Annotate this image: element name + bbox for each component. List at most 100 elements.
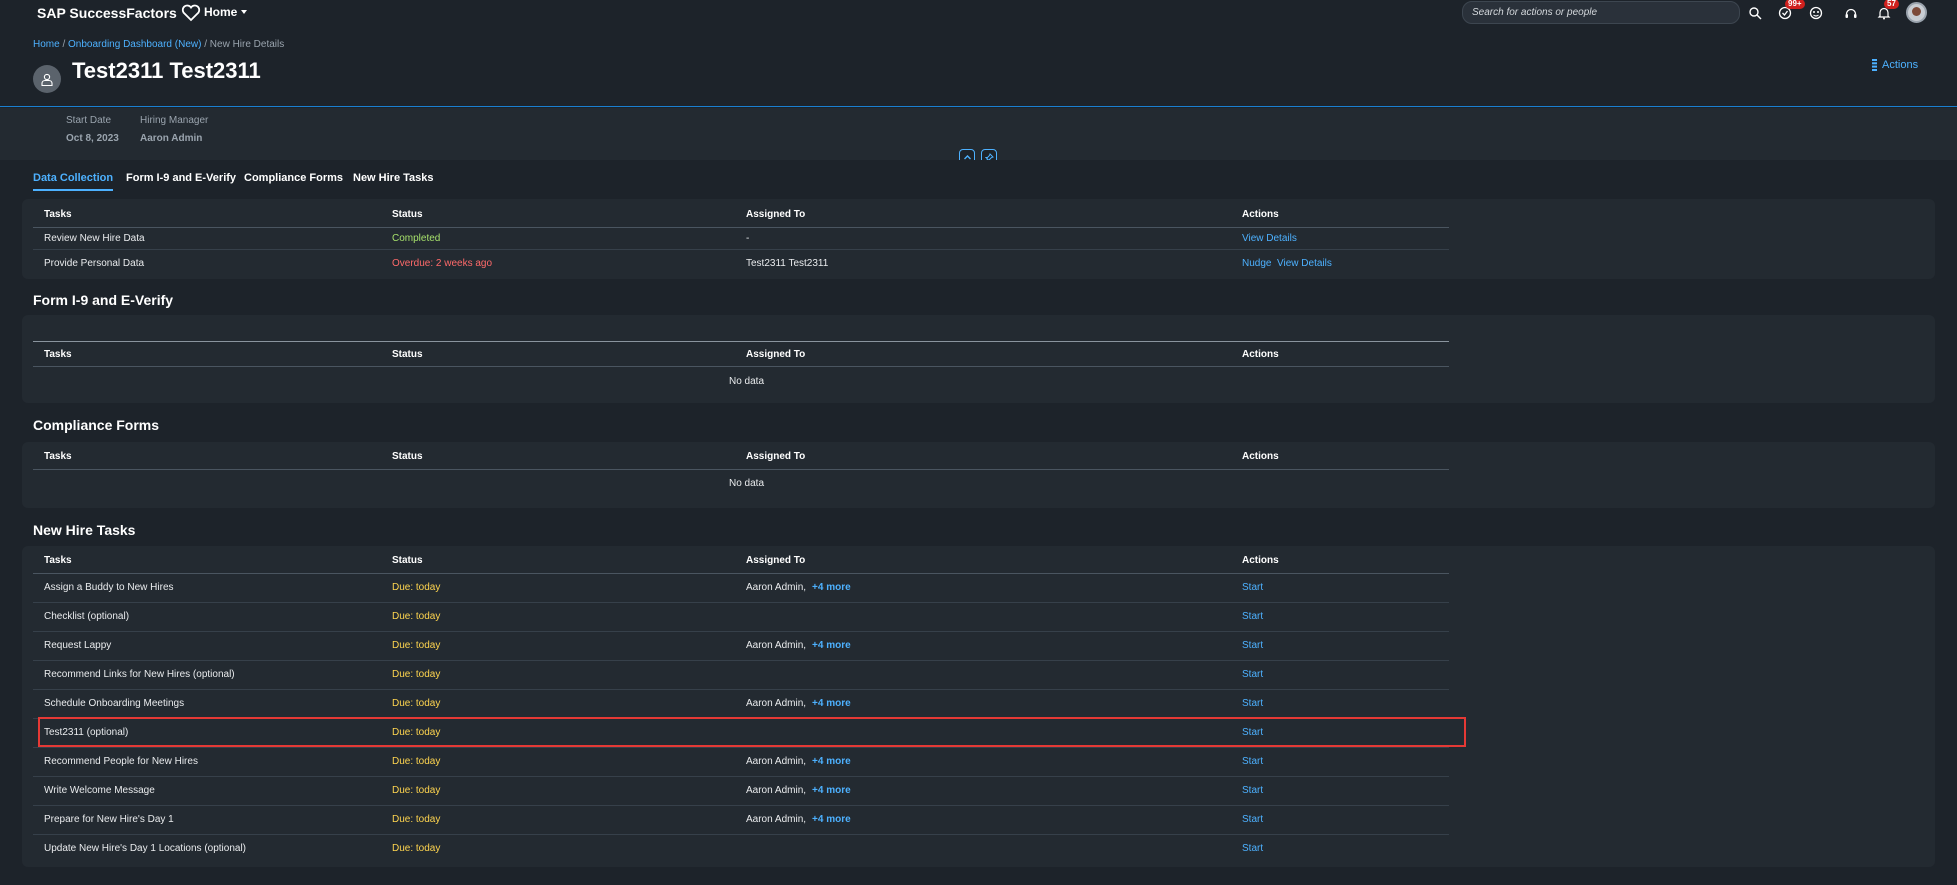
section-title-compliance: Compliance Forms: [33, 417, 160, 433]
start-link[interactable]: Start: [1242, 669, 1263, 680]
breadcrumb: Home / Onboarding Dashboard (New) / New …: [33, 39, 284, 50]
more-assignees-link[interactable]: +4 more: [812, 756, 851, 767]
task-name: Recommend People for New Hires: [33, 747, 381, 777]
column-header-assigned-to: Assigned To: [735, 202, 1231, 228]
table-row: Request Lappy Due: today Aaron Admin, +4 …: [33, 631, 1449, 661]
view-details-link[interactable]: View Details: [1277, 258, 1332, 269]
start-link[interactable]: Start: [1242, 640, 1263, 651]
task-name: Prepare for New Hire's Day 1: [33, 805, 381, 835]
start-link[interactable]: Start: [1242, 727, 1263, 738]
table-row: Provide Personal Data Overdue: 2 weeks a…: [33, 249, 1449, 278]
more-assignees-link[interactable]: +4 more: [812, 640, 851, 651]
task-assigned: Aaron Admin,: [746, 582, 807, 593]
column-header-tasks: Tasks: [33, 444, 381, 470]
start-link[interactable]: Start: [1242, 814, 1263, 825]
start-link[interactable]: Start: [1242, 843, 1263, 854]
task-name: Schedule Onboarding Meetings: [33, 689, 381, 719]
column-header-tasks: Tasks: [33, 202, 381, 228]
task-status: Due: today: [381, 747, 735, 777]
start-date-label: Start Date: [66, 115, 112, 126]
home-menu-label: Home: [204, 5, 238, 19]
task-name: Request Lappy: [33, 631, 381, 661]
start-date-value: Oct 8, 2023: [66, 133, 119, 144]
task-assigned: -: [735, 227, 1231, 250]
new-hire-avatar: [33, 65, 61, 93]
no-data-text: No data: [728, 478, 765, 490]
task-assigned: Aaron Admin,: [746, 698, 807, 709]
column-header-assigned-to: Assigned To: [735, 341, 1231, 367]
notifications-button[interactable]: 57: [1874, 0, 1899, 23]
breadcrumb-current: New Hire Details: [209, 39, 285, 50]
more-assignees-link[interactable]: +4 more: [812, 698, 851, 709]
tab-form-i9[interactable]: Form I-9 and E-Verify: [126, 172, 236, 184]
tab-new-hire-tasks[interactable]: New Hire Tasks: [353, 172, 434, 184]
task-status: Due: today: [381, 776, 735, 806]
i9-table: Tasks Status Assigned To Actions No data: [33, 341, 1449, 396]
breadcrumb-dashboard[interactable]: Onboarding Dashboard (New): [68, 39, 201, 50]
task-name: Recommend Links for New Hires (optional): [33, 660, 381, 690]
task-name: Provide Personal Data: [44, 258, 145, 270]
column-header-actions: Actions: [1231, 444, 1449, 470]
start-link[interactable]: Start: [1242, 611, 1263, 622]
user-icon: [41, 73, 53, 86]
search-button[interactable]: [1745, 3, 1765, 23]
data-collection-table: Tasks Status Assigned To Actions Review …: [33, 202, 1449, 278]
more-assignees-link[interactable]: +4 more: [812, 785, 851, 796]
task-name: Update New Hire's Day 1 Locations (optio…: [44, 843, 247, 855]
help-icon: [1845, 8, 1857, 18]
start-link[interactable]: Start: [1242, 785, 1263, 796]
task-name: Write Welcome Message: [33, 776, 381, 806]
table-row: Checklist (optional) Due: today Start: [33, 602, 1449, 632]
section-title-i9: Form I-9 and E-Verify: [33, 292, 174, 308]
compliance-table: Tasks Status Assigned To Actions No data: [33, 444, 1449, 498]
table-row: Review New Hire Data Completed - View De…: [33, 227, 1449, 250]
task-status: Overdue: 2 weeks ago: [392, 258, 493, 270]
view-details-link[interactable]: View Details: [1242, 233, 1297, 244]
section-title-new-hire-tasks: New Hire Tasks: [33, 522, 136, 538]
brand-name: SAP SuccessFactors: [37, 5, 177, 21]
chevron-down-icon: [241, 10, 248, 14]
home-menu[interactable]: Home: [204, 5, 248, 19]
column-header-status: Status: [381, 548, 735, 574]
task-status: Due: today: [392, 843, 441, 855]
user-avatar[interactable]: [1906, 2, 1927, 23]
table-row: Prepare for New Hire's Day 1 Due: today …: [33, 805, 1449, 835]
todo-badge: 99+: [1785, 0, 1805, 9]
page-title: Test2311 Test2311: [72, 58, 261, 83]
column-header-tasks: Tasks: [33, 341, 381, 367]
help-button[interactable]: [1841, 3, 1861, 23]
actions-button[interactable]: Actions: [1872, 59, 1918, 71]
table-row: Recommend Links for New Hires (optional)…: [33, 660, 1449, 690]
assistant-icon: [1809, 6, 1823, 20]
new-hire-tasks-table: Tasks Status Assigned To Actions Assign …: [33, 548, 1449, 863]
table-row: Assign a Buddy to New Hires Due: today A…: [33, 573, 1449, 603]
brand-logo[interactable]: SAP SuccessFactors: [37, 4, 201, 22]
task-status: Due: today: [381, 805, 735, 835]
search-icon: [1749, 7, 1762, 20]
task-status: Due: today: [381, 602, 735, 632]
task-name: Checklist (optional): [33, 602, 381, 632]
start-link[interactable]: Start: [1242, 698, 1263, 709]
object-page-header: [0, 25, 1957, 107]
task-assigned: Test2311 Test2311: [746, 258, 829, 270]
nudge-link[interactable]: Nudge: [1242, 258, 1271, 269]
start-link[interactable]: Start: [1242, 756, 1263, 767]
task-status: Due: today: [381, 718, 735, 748]
task-status: Due: today: [381, 689, 735, 719]
column-header-tasks: Tasks: [33, 548, 381, 574]
task-assigned: Aaron Admin,: [746, 814, 807, 825]
tab-data-collection[interactable]: Data Collection: [33, 172, 114, 191]
task-assigned: Aaron Admin,: [746, 785, 807, 796]
tab-compliance-forms[interactable]: Compliance Forms: [244, 172, 343, 184]
todo-button[interactable]: 99+: [1775, 0, 1805, 23]
start-link[interactable]: Start: [1242, 582, 1263, 593]
search-input[interactable]: Search for actions or people: [1462, 1, 1740, 24]
breadcrumb-home[interactable]: Home: [33, 39, 60, 50]
column-header-assigned-to: Assigned To: [735, 548, 1231, 574]
column-header-assigned-to: Assigned To: [735, 444, 1231, 470]
more-assignees-link[interactable]: +4 more: [812, 814, 851, 825]
task-status: Completed: [381, 227, 735, 250]
assistant-button[interactable]: [1806, 3, 1826, 23]
no-data-text: No data: [728, 375, 765, 387]
more-assignees-link[interactable]: +4 more: [812, 582, 851, 593]
